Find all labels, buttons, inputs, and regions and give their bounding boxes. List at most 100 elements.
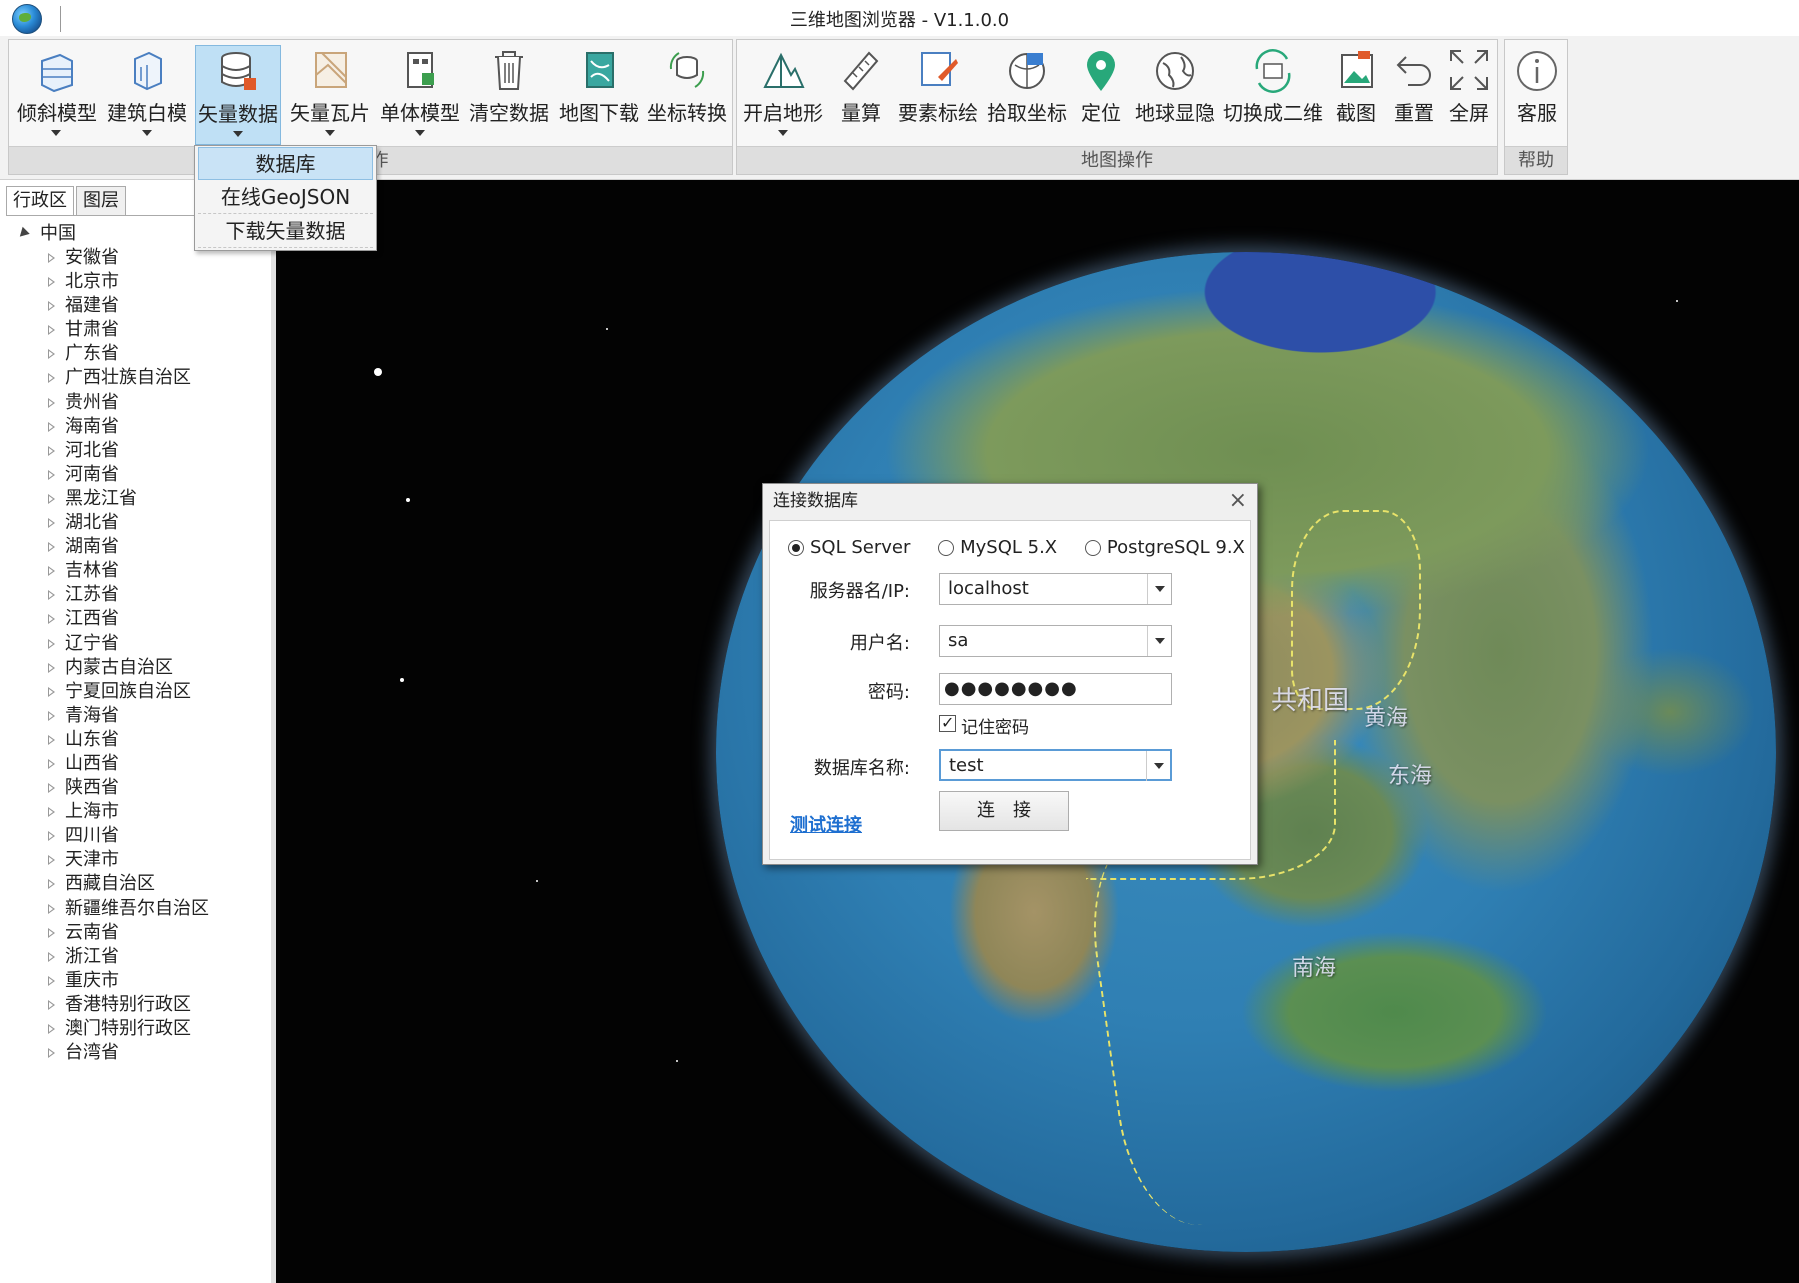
expand-icon[interactable] xyxy=(48,277,55,288)
expand-icon[interactable] xyxy=(48,253,55,263)
tree-node-province[interactable]: 河南省 xyxy=(6,463,270,487)
expand-icon[interactable] xyxy=(48,566,55,577)
switch-2d-button[interactable]: 切换成二维 xyxy=(1221,45,1325,145)
tree-node-province[interactable]: 甘肃省 xyxy=(6,318,270,342)
globe-toggle-button[interactable]: 地球显隐 xyxy=(1133,45,1217,145)
chevron-down-icon[interactable] xyxy=(1146,751,1170,781)
connect-button[interactable]: 连 接 xyxy=(939,791,1069,831)
tree-node-province[interactable]: 浙江省 xyxy=(6,945,270,969)
expand-icon[interactable] xyxy=(48,493,55,504)
dbname-combo[interactable]: test xyxy=(939,749,1172,781)
expand-icon[interactable] xyxy=(48,301,55,312)
expand-icon[interactable] xyxy=(48,421,55,432)
tree-node-province[interactable]: 山东省 xyxy=(6,728,270,752)
expand-icon[interactable] xyxy=(48,325,55,336)
radio-postgresql[interactable]: PostgreSQL 9.X xyxy=(1084,537,1245,558)
radio-mysql[interactable]: MySQL 5.X xyxy=(938,537,1057,558)
expand-icon[interactable] xyxy=(48,445,55,456)
expand-icon[interactable] xyxy=(48,951,55,962)
username-combo[interactable]: sa xyxy=(939,625,1172,657)
expand-icon[interactable] xyxy=(48,373,55,384)
expand-icon[interactable] xyxy=(48,758,55,769)
tree-node-province[interactable]: 北京市 xyxy=(6,270,270,294)
tree-node-province[interactable]: 西藏自治区 xyxy=(6,872,270,896)
password-field[interactable]: ●●●●●●●● xyxy=(939,673,1172,705)
building-model-button[interactable]: 建筑白模 xyxy=(107,45,187,145)
expand-icon[interactable] xyxy=(48,879,55,890)
chevron-down-icon[interactable] xyxy=(1147,626,1171,656)
tree-node-province[interactable]: 湖北省 xyxy=(6,511,270,535)
menu-item-download-vector[interactable]: 下载矢量数据 xyxy=(198,215,373,248)
tree-node-province[interactable]: 台湾省 xyxy=(6,1041,270,1065)
tree-node-province[interactable]: 辽宁省 xyxy=(6,632,270,656)
clear-data-button[interactable]: 清空数据 xyxy=(467,45,551,145)
expand-icon[interactable] xyxy=(48,686,55,697)
customer-service-button[interactable]: 客服 xyxy=(1509,45,1565,145)
expand-icon[interactable] xyxy=(48,518,55,529)
expand-icon[interactable] xyxy=(48,710,55,721)
expand-icon[interactable] xyxy=(48,397,55,408)
tree-node-province[interactable]: 广西壮族自治区 xyxy=(6,366,270,390)
tree-node-province[interactable]: 吉林省 xyxy=(6,559,270,583)
tree-node-province[interactable]: 广东省 xyxy=(6,342,270,366)
expand-icon[interactable] xyxy=(48,999,55,1010)
tree-node-province[interactable]: 河北省 xyxy=(6,439,270,463)
server-combo[interactable]: localhost xyxy=(939,573,1172,605)
expand-icon[interactable] xyxy=(48,1024,55,1034)
tree-node-province[interactable]: 云南省 xyxy=(6,921,270,945)
expand-icon[interactable] xyxy=(48,831,55,842)
tree-node-province[interactable]: 天津市 xyxy=(6,848,270,872)
vector-data-button[interactable]: 矢量数据 xyxy=(195,45,281,145)
expand-icon[interactable] xyxy=(48,783,55,794)
expand-icon[interactable] xyxy=(48,638,55,649)
tree-node-province[interactable]: 澳门特别行政区 xyxy=(6,1017,270,1041)
expand-icon[interactable] xyxy=(48,927,55,938)
expand-icon[interactable] xyxy=(48,662,55,673)
chevron-down-icon[interactable] xyxy=(1147,574,1171,604)
tree-node-province[interactable]: 江西省 xyxy=(6,607,270,631)
tab-region[interactable]: 行政区 xyxy=(6,186,74,216)
expand-icon[interactable] xyxy=(16,226,30,241)
reset-button[interactable]: 重置 xyxy=(1387,45,1441,145)
tree-node-province[interactable]: 新疆维吾尔自治区 xyxy=(6,897,270,921)
plot-button[interactable]: 要素标绘 xyxy=(895,45,981,145)
test-connection-link[interactable]: 测试连接 xyxy=(790,811,862,837)
tree-node-province[interactable]: 青海省 xyxy=(6,704,270,728)
coordinate-convert-button[interactable]: 坐标转换 xyxy=(645,45,729,145)
expand-icon[interactable] xyxy=(48,614,55,625)
map-download-button[interactable]: 地图下载 xyxy=(557,45,641,145)
measure-button[interactable]: 量算 xyxy=(833,45,889,145)
tree-node-province[interactable]: 宁夏回族自治区 xyxy=(6,680,270,704)
tree-node-province[interactable]: 海南省 xyxy=(6,415,270,439)
tree-node-province[interactable]: 上海市 xyxy=(6,800,270,824)
expand-icon[interactable] xyxy=(48,542,55,553)
expand-icon[interactable] xyxy=(48,590,55,601)
expand-icon[interactable] xyxy=(48,807,55,818)
single-model-button[interactable]: 单体模型 xyxy=(379,45,461,145)
tree-node-province[interactable]: 四川省 xyxy=(6,824,270,848)
expand-icon[interactable] xyxy=(48,1048,55,1059)
tree-node-province[interactable]: 湖南省 xyxy=(6,535,270,559)
expand-icon[interactable] xyxy=(48,349,55,360)
radio-sql-server[interactable]: SQL Server xyxy=(788,537,910,558)
tree-node-province[interactable]: 重庆市 xyxy=(6,969,270,993)
expand-icon[interactable] xyxy=(48,903,55,914)
tree-node-province[interactable]: 福建省 xyxy=(6,294,270,318)
tree-node-province[interactable]: 香港特别行政区 xyxy=(6,993,270,1017)
menu-item-online-geojson[interactable]: 在线GeoJSON xyxy=(198,181,373,214)
terrain-button[interactable]: 开启地形 xyxy=(741,45,825,145)
fullscreen-button[interactable]: 全屏 xyxy=(1443,45,1495,145)
expand-icon[interactable] xyxy=(48,975,55,986)
pick-coordinate-button[interactable]: 拾取坐标 xyxy=(985,45,1069,145)
vector-tile-button[interactable]: 矢量瓦片 xyxy=(289,45,371,145)
screenshot-button[interactable]: 截图 xyxy=(1331,45,1381,145)
tree-node-province[interactable]: 黑龙江省 xyxy=(6,487,270,511)
tree-node-province[interactable]: 江苏省 xyxy=(6,583,270,607)
expand-icon[interactable] xyxy=(48,734,55,745)
tab-layers[interactable]: 图层 xyxy=(76,186,126,216)
tree-node-province[interactable]: 陕西省 xyxy=(6,776,270,800)
menu-item-database[interactable]: 数据库 xyxy=(198,147,373,180)
tree-node-province[interactable]: 贵州省 xyxy=(6,391,270,415)
expand-icon[interactable] xyxy=(48,855,55,866)
tree-node-province[interactable]: 山西省 xyxy=(6,752,270,776)
